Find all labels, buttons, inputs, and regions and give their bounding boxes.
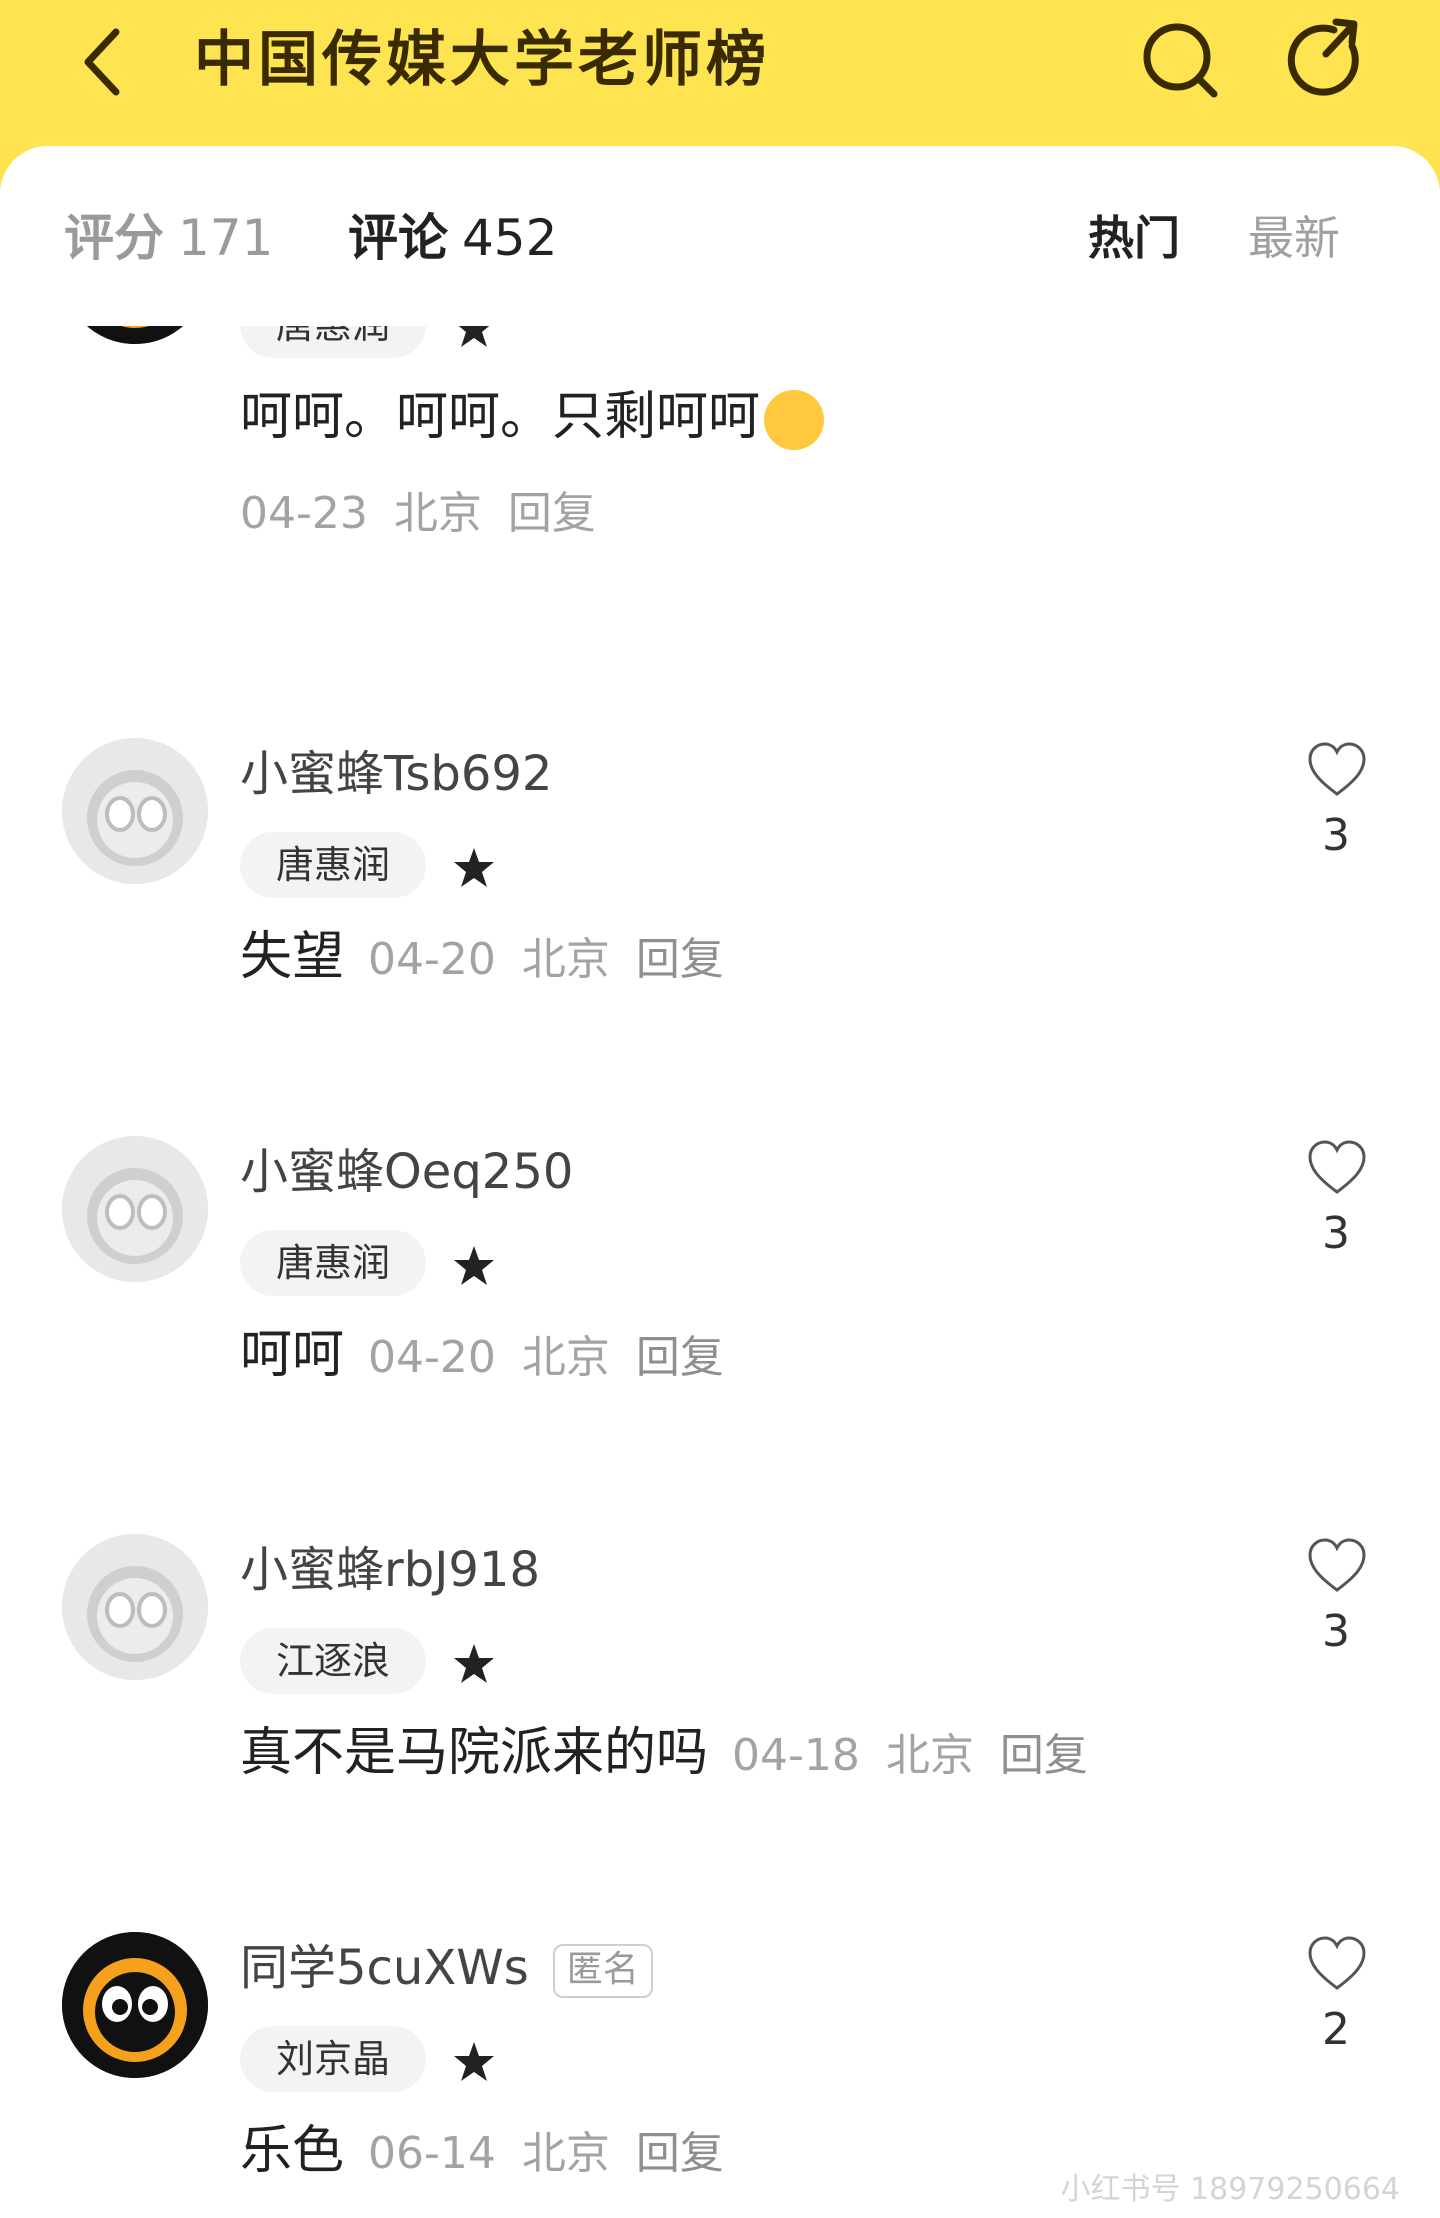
username[interactable]: 小蜜蜂Tsb692 bbox=[240, 744, 552, 804]
reply-button[interactable]: 回复 bbox=[636, 934, 724, 985]
teacher-tag[interactable]: 刘京晶 bbox=[240, 2026, 427, 2092]
mascot-avatar-icon bbox=[62, 1932, 208, 2078]
tab-comments-label: 评论 bbox=[348, 209, 448, 267]
tab-comments-count: 452 bbox=[462, 209, 558, 267]
comment-text: 呵呵。呵呵。只剩呵呵 bbox=[240, 382, 825, 452]
like-count: 3 bbox=[1322, 810, 1350, 861]
anonymous-badge: 匿名 bbox=[552, 1944, 653, 1998]
share-button[interactable] bbox=[1278, 10, 1378, 110]
shush-emoji-icon bbox=[764, 390, 825, 450]
comment-date: 04-18 bbox=[732, 1730, 860, 1781]
teacher-tag[interactable]: 唐惠润 bbox=[240, 1230, 427, 1296]
heart-icon[interactable] bbox=[1306, 1536, 1368, 1598]
username[interactable]: 同学5cuXWs 匿名 bbox=[240, 1938, 653, 1998]
comment-meta: 04-23 北京 回复 bbox=[240, 484, 622, 544]
top-bar: 中国传媒大学老师榜 bbox=[0, 0, 1440, 150]
comment-item: 小蜜蜂Oeq250 唐惠润 呵呵 04-20 北京 回复 3 bbox=[0, 1136, 1440, 1526]
heart-icon[interactable] bbox=[1306, 740, 1368, 802]
comment-location: 北京 bbox=[521, 1332, 610, 1383]
tab-bar: 评分 171 评论 452 热门 最新 bbox=[0, 146, 1440, 326]
comment-date: 06-14 bbox=[368, 2128, 496, 2179]
tab-comments[interactable]: 评论 452 bbox=[348, 206, 557, 270]
comment-location: 北京 bbox=[885, 1730, 974, 1781]
star-rating-icon bbox=[454, 2042, 494, 2081]
sort-hot-button[interactable]: 热门 bbox=[1088, 208, 1180, 268]
comment-text: 真不是马院派来的吗 04-18 北京 回复 bbox=[240, 1718, 1114, 1788]
avatar[interactable] bbox=[62, 1136, 208, 1282]
search-icon bbox=[1143, 23, 1218, 98]
back-button[interactable] bbox=[60, 10, 160, 110]
page-title: 中国传媒大学老师榜 bbox=[194, 25, 770, 95]
avatar[interactable] bbox=[62, 1534, 208, 1680]
comment-location: 北京 bbox=[521, 934, 610, 985]
reply-button[interactable]: 回复 bbox=[508, 488, 596, 539]
teacher-tag[interactable]: 唐惠润 bbox=[240, 832, 427, 898]
comment-body: 呵呵。呵呵。只剩呵呵 bbox=[240, 387, 761, 447]
avatar[interactable] bbox=[62, 738, 208, 884]
username[interactable]: 小蜜蜂Oeq250 bbox=[240, 1142, 573, 1202]
comment-body: 呵呵 bbox=[240, 1325, 345, 1385]
mascot-avatar-icon bbox=[62, 738, 208, 884]
search-button[interactable] bbox=[1130, 10, 1230, 110]
mascot-avatar-icon bbox=[62, 1136, 208, 1282]
star-rating-icon bbox=[454, 1246, 494, 1285]
like-count: 2 bbox=[1322, 2004, 1350, 2055]
comment-date: 04-20 bbox=[368, 934, 496, 985]
username-text: 同学5cuXWs bbox=[240, 1940, 529, 1996]
comment-text: 乐色 06-14 北京 回复 bbox=[240, 2116, 750, 2186]
reply-button[interactable]: 回复 bbox=[636, 1332, 724, 1383]
tab-score-label: 评分 bbox=[64, 209, 164, 267]
comment-body: 失望 bbox=[240, 927, 345, 987]
teacher-tag[interactable]: 江逐浪 bbox=[240, 1628, 427, 1694]
comment-date: 04-23 bbox=[240, 488, 368, 539]
star-rating-icon bbox=[454, 848, 494, 887]
comments-panel: 唐惠润 呵呵。呵呵。只剩呵呵 04-23北京回复 3 小蜜蜂Tsb692 唐惠润 bbox=[0, 146, 1440, 2218]
comment-location: 北京 bbox=[393, 488, 482, 539]
reply-button[interactable]: 回复 bbox=[636, 2128, 724, 2179]
heart-icon[interactable] bbox=[1306, 1934, 1368, 1996]
heart-icon[interactable] bbox=[1306, 1138, 1368, 1200]
tab-score[interactable]: 评分 171 bbox=[64, 206, 273, 270]
share-icon bbox=[1287, 18, 1359, 96]
comment-date: 04-20 bbox=[368, 1332, 496, 1383]
comment-item: 小蜜蜂rbJ918 江逐浪 真不是马院派来的吗 04-18 北京 回复 3 bbox=[0, 1534, 1440, 1924]
comment-body: 乐色 bbox=[240, 2121, 345, 2181]
comment-text: 失望 04-20 北京 回复 bbox=[240, 922, 750, 992]
chevron-left-icon bbox=[84, 28, 120, 96]
comment-text: 呵呵 04-20 北京 回复 bbox=[240, 1320, 750, 1390]
mascot-avatar-icon bbox=[62, 1534, 208, 1680]
tab-score-count: 171 bbox=[178, 209, 274, 267]
comment-location: 北京 bbox=[521, 2128, 610, 2179]
username[interactable]: 小蜜蜂rbJ918 bbox=[240, 1540, 540, 1600]
star-rating-icon bbox=[454, 1644, 494, 1683]
reply-button[interactable]: 回复 bbox=[1000, 1730, 1088, 1781]
like-count: 3 bbox=[1322, 1606, 1350, 1657]
sort-new-button[interactable]: 最新 bbox=[1248, 208, 1340, 268]
comment-body: 真不是马院派来的吗 bbox=[240, 1723, 709, 1783]
like-count: 3 bbox=[1322, 1208, 1350, 1259]
avatar[interactable] bbox=[62, 1932, 208, 2078]
watermark: 小红书号 18979250664 bbox=[1060, 2172, 1401, 2207]
comment-item: 小蜜蜂Tsb692 唐惠润 失望 04-20 北京 回复 3 bbox=[0, 738, 1440, 1128]
